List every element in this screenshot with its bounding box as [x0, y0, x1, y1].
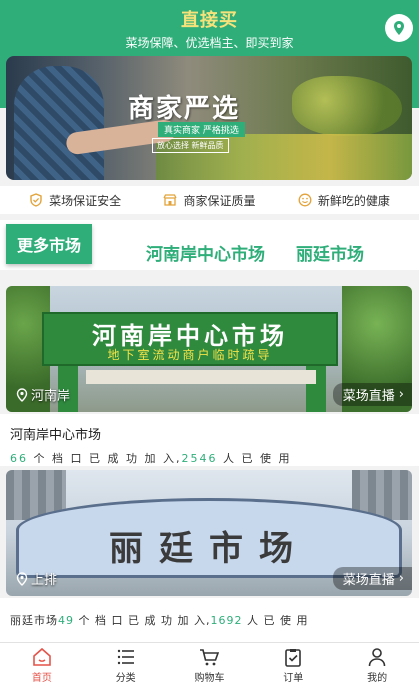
nav-cart[interactable]: 购物车 — [168, 643, 252, 687]
nav-home[interactable]: 首页 — [0, 643, 84, 687]
market-live-label: 菜场直播 — [342, 573, 395, 588]
feature-quality: 商家保证质量 — [163, 192, 256, 209]
nav-category[interactable]: 分类 — [84, 643, 168, 687]
more-markets-button[interactable]: 更多市场 — [6, 224, 92, 264]
stall-count: 66 — [10, 452, 28, 465]
market-location: 河南岸 — [16, 385, 70, 404]
market-sign-text: 丽廷市场 — [109, 529, 309, 569]
market-live-button[interactable]: 菜场直播 › — [332, 567, 412, 590]
market-card-info[interactable]: 河南岸中心市场 66 个 档 口 已 成 功 加 入,2546 人 已 使 用 — [0, 414, 419, 466]
market-sign: 河南岸中心市场 地下室流动商户临时疏导 — [42, 312, 338, 366]
feature-strip: 菜场保证安全 商家保证质量 新鲜吃的健康 — [0, 186, 419, 214]
market-name: 河南岸中心市场 — [10, 428, 102, 443]
nav-label: 购物车 — [194, 672, 225, 684]
feature-safety: 菜场保证安全 — [29, 192, 121, 209]
market-location: 上排 — [16, 569, 57, 588]
cart-icon — [200, 648, 220, 665]
market-card-info[interactable]: 丽廷市场49 个 档 口 已 成 功 加 入,1692 人 已 使 用 — [0, 598, 419, 642]
feature-label: 商家保证质量 — [183, 193, 256, 208]
nav-label: 首页 — [31, 672, 52, 684]
stall-text: 个 档 口 已 成 功 加 入, — [28, 452, 182, 465]
smile-icon — [298, 193, 312, 207]
home-icon — [33, 647, 51, 666]
location-pin-icon — [16, 571, 28, 586]
banner-subtitle: 放心选择 新鲜品质 — [152, 138, 229, 153]
store-icon — [163, 194, 178, 206]
user-count: 2546 — [181, 452, 218, 465]
feature-label: 菜场保证安全 — [49, 193, 122, 208]
market-live-button[interactable]: 菜场直播 › — [332, 383, 412, 406]
market-stats: 丽廷市场49 个 档 口 已 成 功 加 入,1692 人 已 使 用 — [10, 612, 308, 628]
feature-label: 新鲜吃的健康 — [317, 193, 390, 208]
stall-text: 个 档 口 已 成 功 加 入, — [74, 614, 211, 627]
nav-label: 订单 — [283, 672, 304, 684]
chevron-right-icon: › — [398, 387, 404, 402]
order-clipboard-icon — [285, 648, 302, 667]
market-name: 丽廷市场 — [10, 614, 58, 627]
vegetable-image — [292, 76, 402, 136]
user-count: 1692 — [210, 614, 243, 627]
nav-label: 分类 — [115, 672, 136, 684]
user-text: 人 已 使 用 — [217, 452, 292, 465]
shopper-image — [14, 66, 104, 180]
banner-title: 商家严选 — [128, 94, 241, 124]
location-pin-icon — [394, 21, 404, 35]
promo-banner[interactable]: 商家严选 真实商家 严格挑选 放心选择 新鲜品质 — [6, 56, 412, 180]
feature-health: 新鲜吃的健康 — [298, 192, 390, 209]
page-title: 直接买 — [181, 10, 238, 31]
market-tabs: 更多市场 河南岸中心市场 丽廷市场 — [0, 220, 419, 270]
nav-orders[interactable]: 订单 — [251, 643, 335, 687]
market-card-image[interactable]: 河南岸中心市场 地下室流动商户临时疏导 河南岸 菜场直播 › — [6, 286, 412, 412]
tab-liting-market[interactable]: 丽廷市场 — [296, 240, 364, 265]
location-button[interactable] — [385, 14, 413, 42]
user-icon — [368, 647, 386, 666]
market-sign-subtext: 地下室流动商户临时疏导 — [107, 348, 273, 362]
market-live-label: 菜场直播 — [342, 389, 395, 404]
market-stats: 66 个 档 口 已 成 功 加 入,2546 人 已 使 用 — [10, 450, 291, 466]
user-text: 人 已 使 用 — [242, 614, 309, 627]
location-pin-icon — [16, 387, 28, 402]
stall-count: 49 — [58, 614, 74, 627]
market-location-text: 上排 — [31, 573, 58, 588]
gate-canopy — [86, 370, 316, 384]
chevron-right-icon: › — [398, 571, 404, 586]
nav-label: 我的 — [367, 672, 388, 684]
banner-tag: 真实商家 严格挑选 — [158, 122, 245, 137]
tab-henanan-market[interactable]: 河南岸中心市场 — [146, 240, 265, 265]
market-card-image[interactable]: 丽廷市场 上排 菜场直播 › — [6, 470, 412, 596]
page-subtitle: 菜场保障、优选档主、即买到家 — [125, 36, 294, 50]
app-root: 直接买 菜场保障、优选档主、即买到家 商家严选 真实商家 严格挑选 放心选择 新… — [0, 0, 419, 687]
category-list-icon — [117, 649, 134, 664]
shield-icon — [30, 193, 42, 207]
nav-profile[interactable]: 我的 — [335, 643, 419, 687]
market-arch-sign: 丽廷市场 — [16, 498, 402, 578]
market-location-text: 河南岸 — [31, 389, 71, 404]
bottom-nav: 首页 分类 购物车 订单 我的 — [0, 642, 419, 687]
